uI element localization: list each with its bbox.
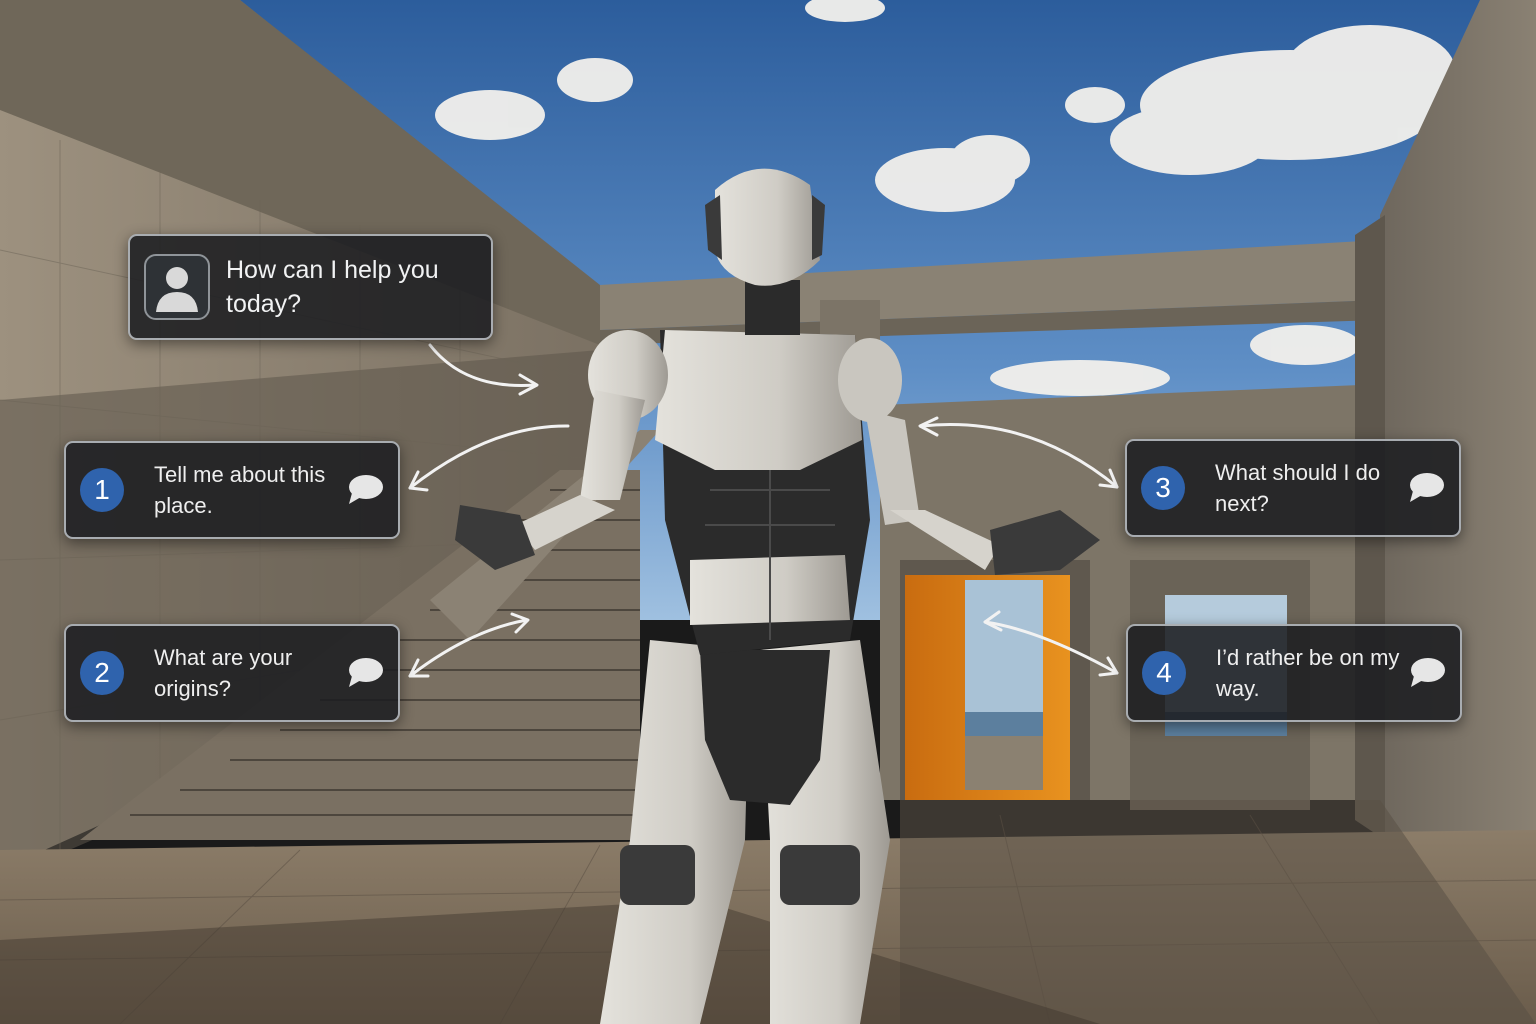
choice-number-badge: 1 [80,468,124,512]
choice-text: What are your origins? [154,645,293,701]
speech-bubble-icon [1410,473,1444,502]
dialogue-choice-2[interactable]: 2 What are your origins? [64,624,400,722]
choice-number-badge: 3 [1141,466,1185,510]
npc-dialogue-text: How can I help you today? [226,256,439,318]
choice-text: What should I do next? [1215,460,1381,516]
npc-dialogue-bubble: How can I help you today? [128,234,493,340]
dialogue-choice-1[interactable]: 1 Tell me about this place. [64,441,400,539]
choice-number-badge: 4 [1142,651,1186,695]
speech-bubble-icon [349,658,383,687]
choice-text: I’d rather be on my way. [1216,645,1400,701]
speech-bubble-icon [349,475,383,504]
user-silhouette-icon [144,254,210,320]
dialogue-choice-4[interactable]: 4 I’d rather be on my way. [1126,624,1462,722]
choice-number-badge: 2 [80,651,124,695]
speech-bubble-icon [1411,658,1445,687]
game-viewport: How can I help you today? 1 Tell me abou… [0,0,1536,1024]
dialogue-choice-3[interactable]: 3 What should I do next? [1125,439,1461,537]
choice-text: Tell me about this place. [154,462,326,518]
